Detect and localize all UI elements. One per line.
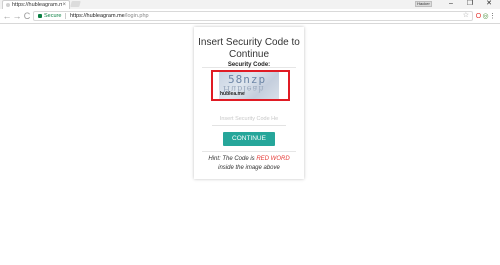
maximize-button[interactable]: ❐ (463, 0, 477, 8)
address-separator (65, 13, 66, 19)
hint-text: Hint: The Code is RED WORD inside the im… (200, 155, 298, 173)
secure-label: Secure (44, 13, 62, 19)
page-favicon-icon (6, 3, 10, 7)
hint-suffix: inside the image above (218, 165, 280, 171)
profile-button[interactable]: Hacker (415, 1, 432, 7)
lock-icon (38, 14, 42, 18)
tab-title: https://hubleagram.me (12, 2, 62, 8)
url-host: https://hubleagram.me (70, 13, 125, 19)
continue-button[interactable]: CONTINUE (223, 132, 275, 146)
security-code-input[interactable]: Insert Security Code He (212, 116, 286, 122)
url-text[interactable]: https://hubleagram.me/login.php (70, 12, 149, 20)
hint-prefix: Hint: The Code is (208, 156, 257, 162)
new-tab-button[interactable] (70, 1, 81, 7)
browser-tab[interactable]: https://hubleagram.me × (2, 0, 70, 9)
back-button[interactable]: ← (2, 10, 12, 22)
opera-extension-icon[interactable]: O (475, 13, 482, 20)
captcha-highlight-box (211, 70, 290, 101)
browser-toolbar: ← → C Secure https://hubleagram.me/login… (0, 9, 500, 24)
tab-close-icon[interactable]: × (62, 1, 66, 9)
url-path: /login.php (124, 13, 149, 19)
hint-divider (202, 151, 296, 152)
hint-red-word: RED WORD (256, 156, 290, 162)
tab-strip: https://hubleagram.me × Hacker – ❐ ✕ (0, 0, 500, 9)
security-code-label: Security Code: (227, 62, 271, 68)
extension-icon[interactable]: ◎ (482, 13, 489, 20)
card-title: Insert Security Code to Continue (198, 37, 300, 60)
close-window-button[interactable]: ✕ (482, 0, 496, 8)
input-underline (212, 125, 286, 126)
menu-icon[interactable]: ⋮ (489, 13, 496, 20)
minimize-button[interactable]: – (444, 0, 458, 8)
reload-button[interactable]: C (22, 10, 32, 22)
forward-button[interactable]: → (12, 10, 22, 22)
address-bar[interactable]: Secure https://hubleagram.me/login.php ☆ (33, 11, 473, 21)
bookmark-star-icon[interactable]: ☆ (463, 12, 469, 20)
security-code-card: Insert Security Code to Continue Securit… (194, 27, 304, 179)
